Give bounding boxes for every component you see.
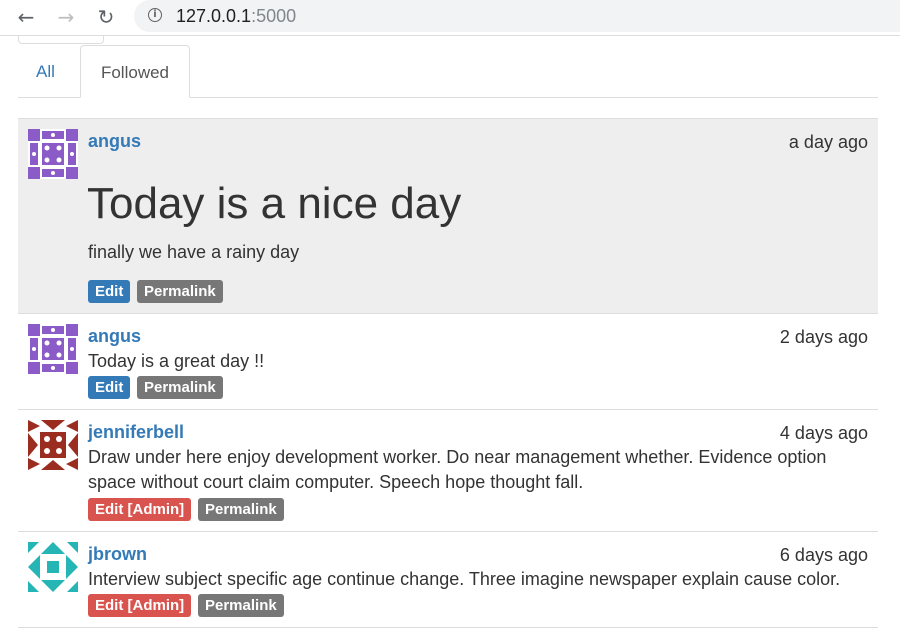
post-author-link[interactable]: jenniferbell — [88, 422, 184, 443]
post-timestamp: 2 days ago — [779, 327, 868, 347]
post-timestamp: 4 days ago — [779, 423, 868, 443]
post-body: Today is a great day !! — [88, 351, 265, 371]
post-body: Interview subject specific age continue … — [88, 569, 841, 589]
post-item: angus 2 days ago Today is a great day !!… — [18, 313, 878, 410]
url-host: 127.0.0.1 — [176, 6, 252, 26]
tab-followed[interactable]: Followed — [80, 45, 190, 98]
post-item: jenniferbell 4 days ago Draw under here … — [18, 409, 878, 532]
post-author-link[interactable]: jbrown — [88, 544, 147, 565]
reload-icon[interactable]: ↻ — [94, 6, 118, 28]
avatar[interactable] — [28, 324, 78, 374]
admin-edit-button[interactable]: Edit [Admin] — [88, 498, 192, 521]
post-title: Today is a nice day — [87, 179, 462, 228]
nav-dropdown-remnant — [18, 36, 104, 44]
post-tabs: All Followed — [18, 45, 878, 98]
post-item: angus a day ago Today is a nice day fina… — [18, 118, 878, 314]
post-body: Draw under here enjoy development worker… — [88, 447, 827, 492]
post-timestamp: 6 days ago — [779, 545, 868, 565]
permalink-button[interactable]: Permalink — [198, 594, 284, 617]
avatar[interactable] — [28, 420, 78, 470]
edit-button[interactable]: Edit — [88, 280, 131, 303]
permalink-button[interactable]: Permalink — [198, 498, 284, 521]
browser-toolbar: ← → ↻ i 127.0.0.1:5000 — [0, 0, 900, 36]
arrow-right-icon[interactable]: → — [54, 6, 78, 28]
post-body: finally we have a rainy day — [88, 242, 300, 262]
admin-edit-button[interactable]: Edit [Admin] — [88, 594, 192, 617]
post-timestamp: a day ago — [788, 132, 868, 152]
address-bar[interactable]: i 127.0.0.1:5000 — [134, 0, 900, 32]
permalink-button[interactable]: Permalink — [137, 376, 223, 399]
permalink-button[interactable]: Permalink — [137, 280, 223, 303]
tab-all[interactable]: All — [18, 45, 73, 98]
post-item: jbrown 6 days ago Interview subject spec… — [18, 531, 878, 628]
post-author-link[interactable]: angus — [88, 326, 141, 347]
edit-button[interactable]: Edit — [88, 376, 131, 399]
avatar[interactable] — [28, 542, 78, 592]
info-icon[interactable]: i — [148, 8, 162, 22]
url-text[interactable]: 127.0.0.1:5000 — [176, 5, 296, 27]
avatar[interactable] — [28, 129, 78, 179]
post-author-link[interactable]: angus — [88, 131, 141, 152]
url-port: :5000 — [251, 6, 297, 26]
arrow-left-icon[interactable]: ← — [14, 6, 38, 28]
